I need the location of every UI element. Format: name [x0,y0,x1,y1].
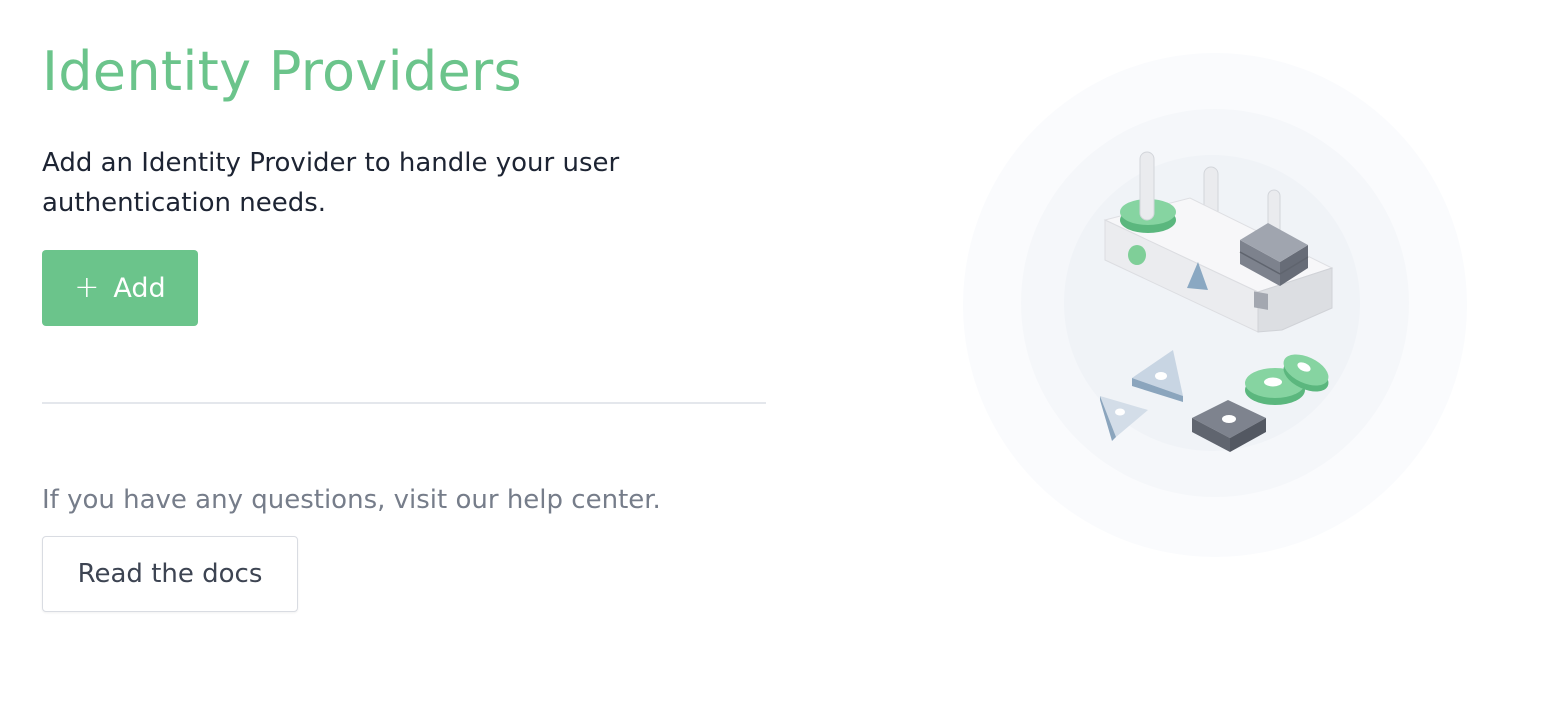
add-identity-provider-button[interactable]: + Add [42,250,198,326]
page-title: Identity Providers [42,36,522,108]
peg-left [1140,152,1154,220]
green-circle-hole [1128,245,1146,265]
plus-icon: + [74,273,99,303]
section-divider [42,402,766,404]
shape-sorter-illustration [940,40,1480,580]
identity-providers-page: Identity Providers Add an Identity Provi… [0,0,1542,724]
read-docs-label: Read the docs [78,559,263,589]
page-description: Add an Identity Provider to handle your … [42,143,682,223]
add-button-label: Add [113,273,165,304]
help-text: If you have any questions, visit our hel… [42,482,661,518]
read-docs-button[interactable]: Read the docs [42,536,298,612]
grey-square-hole [1254,291,1268,309]
